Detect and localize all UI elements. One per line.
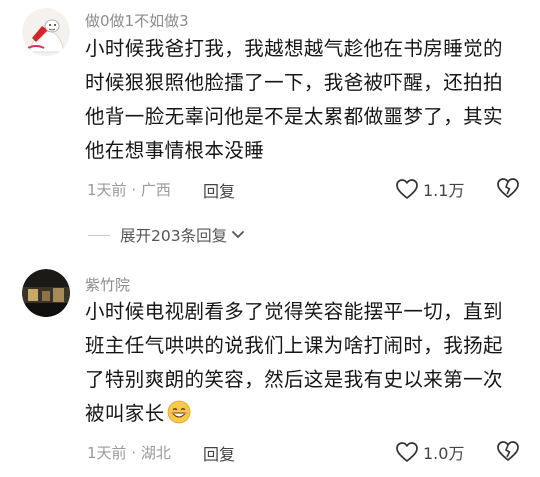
dislike-button[interactable] bbox=[496, 440, 520, 466]
broken-heart-icon bbox=[497, 441, 519, 461]
heart-icon bbox=[396, 442, 418, 462]
username[interactable]: 做0做1不如做3 bbox=[85, 10, 189, 31]
timestamp: 1天前 bbox=[87, 181, 127, 199]
comment-text-line: 小时候我爸打我，我越想越气趁他在书房睡觉的 bbox=[85, 37, 503, 60]
comment-text-line: 小时候电视剧看多了觉得笑容能摆平一切，直到 bbox=[85, 300, 503, 323]
reply-button[interactable]: 回复 bbox=[203, 441, 235, 465]
like-button[interactable]: 1.0万 bbox=[395, 440, 464, 464]
comment-text-line: 班主任气哄哄的说我们上课为啥打闹时，我扬起 bbox=[85, 334, 503, 357]
comment-text-line: 他背一脸无辜问他是不是太累都做噩梦了，其实 bbox=[85, 105, 503, 128]
expand-replies-label: 展开203条回复 bbox=[120, 227, 228, 245]
timestamp: 1天前 bbox=[87, 444, 127, 462]
username[interactable]: 紫竹院 bbox=[85, 274, 130, 295]
avatar[interactable] bbox=[22, 8, 70, 56]
like-count: 1.1万 bbox=[423, 181, 465, 200]
like-button[interactable]: 1.1万 bbox=[395, 177, 464, 201]
comment-text-fragment: 被叫家长 bbox=[85, 402, 165, 425]
comment-text-line: 被叫家长 bbox=[85, 397, 525, 431]
comment-item: 紫竹院 小时候电视剧看多了觉得笑容能摆平一切，直到 班主任气哄哄的说我们上课为啥… bbox=[0, 265, 540, 477]
location: 广西 bbox=[140, 181, 171, 199]
location: 湖北 bbox=[140, 444, 171, 462]
reply-button[interactable]: 回复 bbox=[203, 178, 235, 202]
dislike-button[interactable] bbox=[496, 177, 520, 203]
comment-text-line: 时候狠狠照他脸擂了一下，我爸被吓醒，还拍拍 bbox=[85, 71, 503, 94]
chevron-down-icon bbox=[232, 231, 244, 238]
comment-body: 小时候电视剧看多了觉得笑容能摆平一切，直到 班主任气哄哄的说我们上课为啥打闹时，… bbox=[85, 295, 525, 431]
meta-separator: · bbox=[131, 444, 137, 462]
comment-body: 小时候我爸打我，我越想越气趁他在书房睡觉的 时候狠狠照他脸擂了一下，我爸被吓醒，… bbox=[85, 32, 525, 168]
comment-meta: 1天前 · 湖北 bbox=[87, 442, 171, 463]
comment-meta: 1天前 · 广西 bbox=[87, 179, 171, 200]
like-count: 1.0万 bbox=[423, 444, 465, 463]
comment-text-line: 了特别爽朗的笑容，然后这是我有史以来第一次 bbox=[85, 368, 503, 391]
comment-text-line: 他在想事情根本没睡 bbox=[85, 139, 265, 162]
avatar[interactable] bbox=[22, 269, 70, 317]
heart-icon bbox=[396, 179, 418, 199]
broken-heart-icon bbox=[497, 178, 519, 198]
expand-replies-button[interactable]: 展开203条回复 bbox=[88, 224, 245, 246]
comment-item: 做0做1不如做3 小时候我爸打我，我越想越气趁他在书房睡觉的 时候狠狠照他脸擂了… bbox=[0, 0, 540, 210]
grin-emoji-icon bbox=[167, 400, 191, 424]
meta-separator: · bbox=[131, 181, 137, 199]
divider-dash bbox=[88, 234, 110, 236]
